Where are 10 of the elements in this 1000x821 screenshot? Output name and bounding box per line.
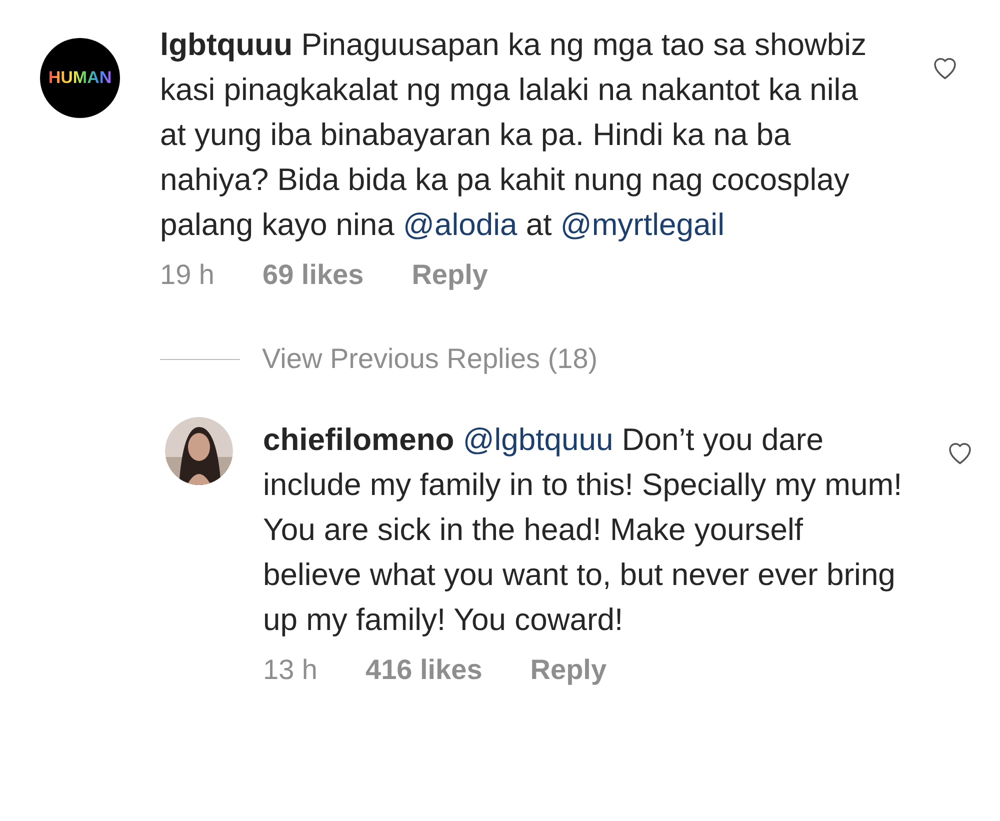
avatar[interactable]: HUMAN xyxy=(40,38,120,118)
comment-time: 19 h xyxy=(160,259,214,291)
comment-time: 13 h xyxy=(263,654,318,686)
comment-text: lgbtquuu Pinaguusapan ka ng mga tao sa showbiz kasi pinagkakalat ng mga lalaki na nakantot ka nila at yung iba binabayaran ka pa. Hindi ka na ba nahiya? Bida bida ka pa kahit nung nag cocosplay palang kayo nina @alodia at @myrtlegail xyxy=(160,26,868,244)
username-link[interactable]: chiefilomeno xyxy=(263,422,454,457)
comment-text: chiefilomeno @lgbtquuu Don’t you dare include my family in to this! Specially my mum! You are sick in the head! Make yourself believe what you want to, but never ever bring up my family! You coward! xyxy=(263,421,903,639)
mention-link[interactable]: @myrtlegail xyxy=(560,207,724,242)
mention-link[interactable]: @alodia xyxy=(403,207,518,242)
username-link[interactable]: lgbtquuu xyxy=(160,27,293,62)
mention-link[interactable]: @lgbtquuu xyxy=(462,422,614,457)
